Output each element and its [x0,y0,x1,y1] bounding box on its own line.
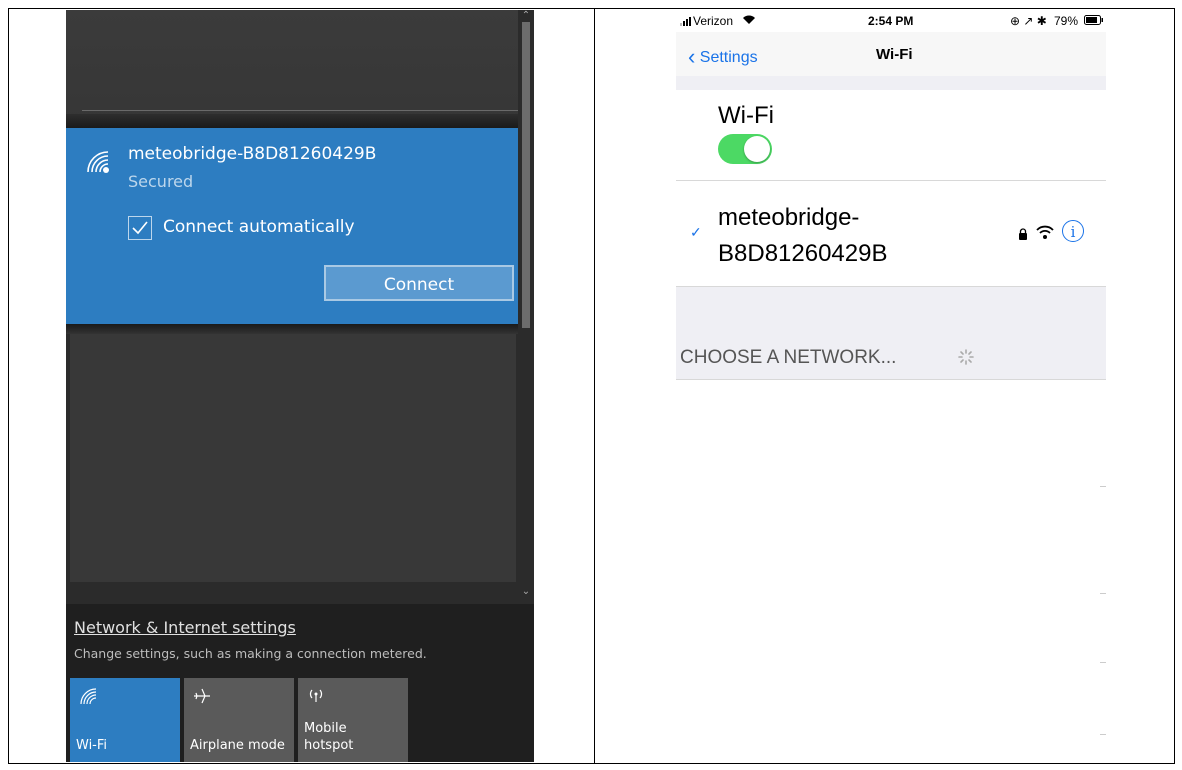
scrollbar-thumb[interactable] [522,22,530,328]
network-internet-settings-link[interactable]: Network & Internet settings [74,618,296,637]
connect-automatically-label: Connect automatically [163,217,355,237]
back-button[interactable]: ‹ Settings [688,44,758,70]
airplane-tile-label: Airplane mode [190,738,285,753]
choose-network-label: CHOOSE A NETWORK... [680,347,897,368]
toggle-knob [744,136,770,162]
network-ssid: meteobridge-B8D81260429B [128,144,377,164]
scroll-indicator-mark [1100,593,1106,594]
connected-network-name: meteobridge- B8D81260429B [718,200,938,272]
flyout-separator [82,110,518,111]
scroll-indicator-mark [1100,662,1106,663]
table-middle-border [594,8,595,764]
scroll-down-icon[interactable]: ⌄ [518,586,534,597]
cellular-signal-icon [680,17,691,26]
mobile-hotspot-tile[interactable]: Mobile hotspot [298,678,408,762]
nav-title: Wi-Fi [876,46,913,63]
status-time: 2:54 PM [868,14,914,28]
network-status: Secured [128,172,194,191]
loading-spinner-icon [958,349,974,365]
checkmark-icon: ✓ [690,224,702,240]
carrier-name: Verizon [693,14,734,28]
chevron-left-icon: ‹ [688,44,696,69]
hotspot-icon [309,689,323,702]
flyout-scrollbar[interactable]: ⌃ ⌄ [518,10,534,604]
wifi-label: Wi-Fi [718,102,774,129]
network-list-empty-area [70,334,516,582]
hotspot-tile-label: Mobile hotspot [304,720,353,754]
hotspot-label-line2: hotspot [304,738,354,753]
hotspot-label-line1: Mobile [304,721,347,736]
info-icon[interactable]: i [1062,220,1084,242]
connect-automatically-checkbox[interactable] [128,216,152,240]
battery-percent: 79% [1054,14,1079,28]
wifi-toggle[interactable] [718,134,772,164]
table-left-border [8,8,9,764]
battery-icon [1084,15,1103,25]
lock-icon [1019,228,1027,240]
wifi-secured-icon [87,151,109,173]
network-name-line2: B8D81260429B [718,240,888,267]
flyout-shadow-bottom [66,324,518,334]
scroll-up-icon[interactable]: ⌃ [518,10,534,21]
network-name-line1: meteobridge- [718,204,860,231]
back-label: Settings [699,49,758,66]
checkmark-icon [132,221,148,235]
flyout-shadow-top [66,114,518,128]
section-spacer [676,76,1106,90]
wifi-status-icon [743,15,755,24]
scroll-indicator-mark [1100,486,1106,487]
scroll-indicator-mark [1100,734,1106,735]
wifi-signal-icon [1036,225,1054,239]
windows-network-flyout: meteobridge-B8D81260429B Secured Connect… [66,10,534,762]
airplane-icon [194,688,210,704]
status-bar: Verizon 2:54 PM ⊕ ↗ ✱ 79% [676,10,1106,32]
wifi-quick-action-tile[interactable]: Wi-Fi [70,678,180,762]
network-settings-description: Change settings, such as making a connec… [74,646,427,661]
wifi-tile-label: Wi-Fi [76,738,108,753]
ios-wifi-settings: Verizon 2:54 PM ⊕ ↗ ✱ 79% ‹ Settings Wi-… [676,10,1106,762]
status-extra-icons: ⊕ ↗ ✱ [1010,14,1047,28]
connect-button[interactable]: Connect [324,265,514,301]
wifi-icon [80,688,97,705]
airplane-mode-tile[interactable]: Airplane mode [184,678,294,762]
table-right-border [1174,8,1175,764]
